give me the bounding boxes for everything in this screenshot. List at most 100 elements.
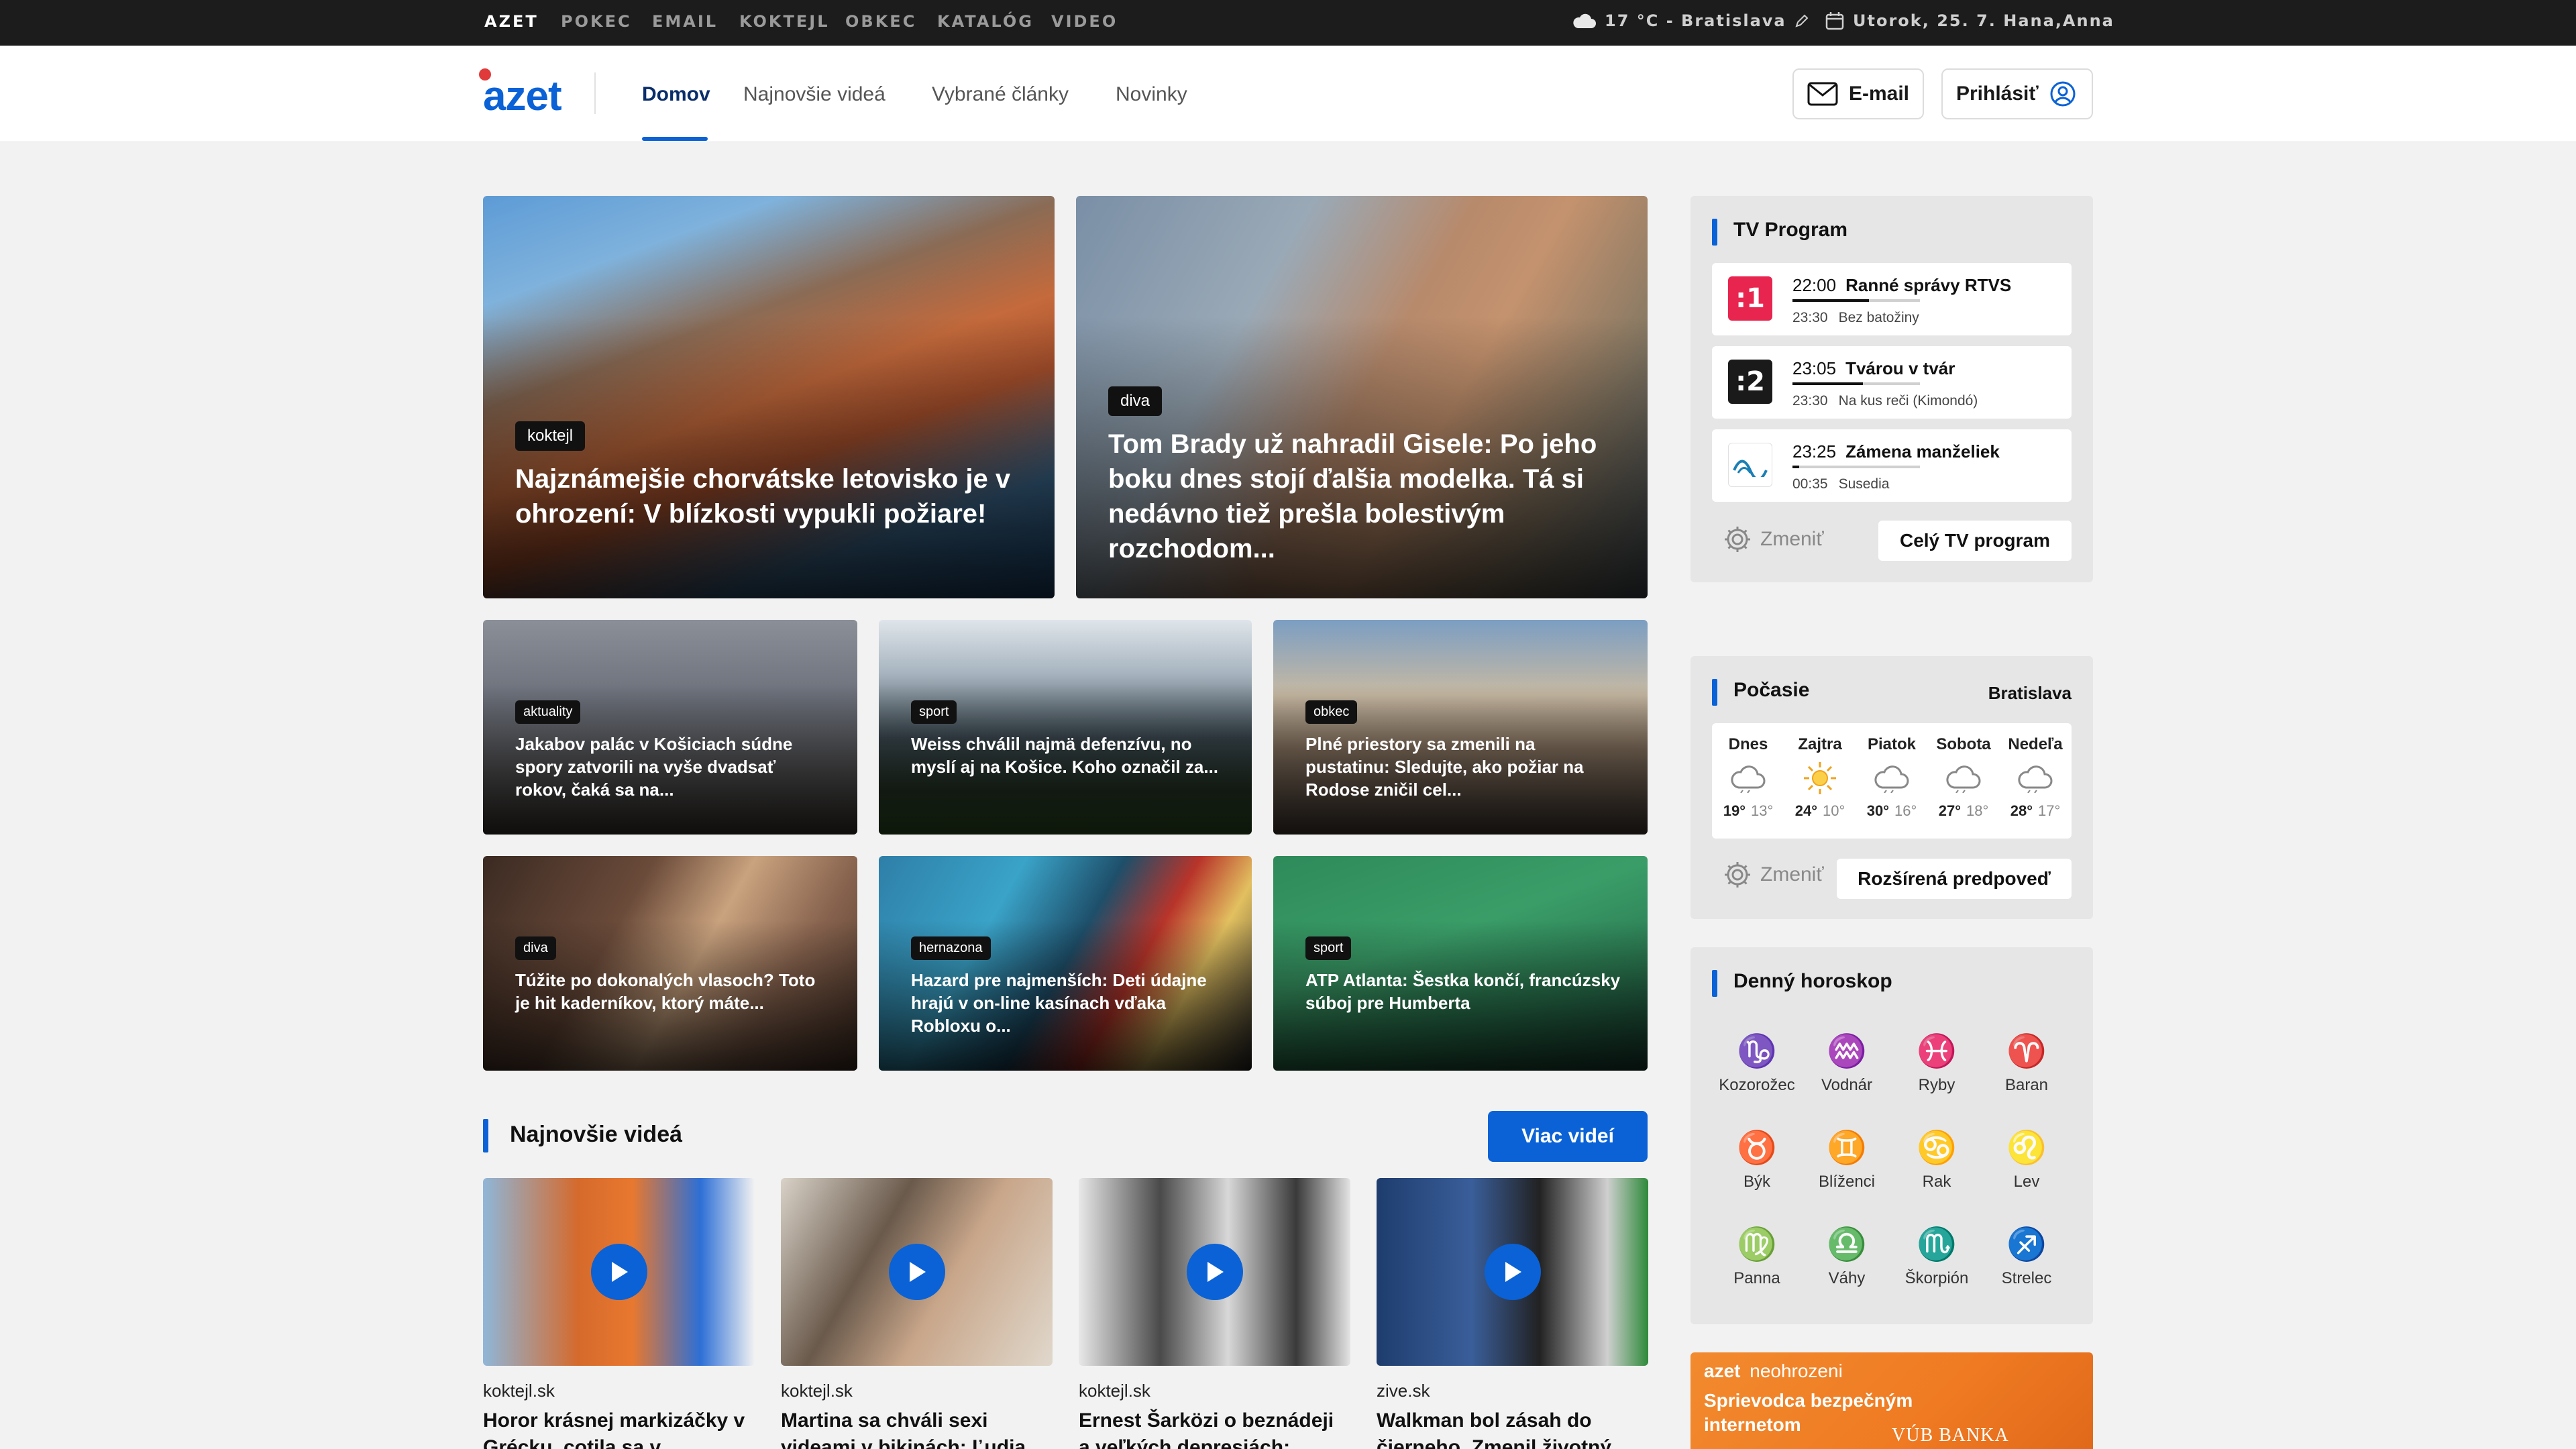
- cloud-icon: [1731, 765, 1766, 793]
- tv-current-show[interactable]: Tvárou v tvár: [1845, 358, 1955, 378]
- tv-current-show[interactable]: Zámena manželiek: [1845, 441, 2000, 462]
- aquarius-icon: ♒: [1827, 1034, 1867, 1069]
- zodiac-byk[interactable]: ♉ Býk: [1712, 1128, 1802, 1191]
- weather-change-button[interactable]: Zmeniť: [1723, 860, 1824, 890]
- play-icon[interactable]: [1484, 1244, 1541, 1300]
- play-icon[interactable]: [888, 1244, 945, 1300]
- video-source[interactable]: koktejl.sk: [483, 1381, 555, 1401]
- video-source[interactable]: koktejl.sk: [781, 1381, 853, 1401]
- tv-channel-row-2[interactable]: :2 23:05 Tvárou v tvár 23:30 Na kus reči (…: [1712, 346, 2072, 419]
- article-card-2[interactable]: sport Weiss chválil najmä defenzívu, no …: [879, 620, 1252, 835]
- zodiac-lev[interactable]: ♌ Lev: [1982, 1128, 2072, 1191]
- topbar-link-katalog[interactable]: KATALÓG: [937, 12, 1034, 31]
- video-title[interactable]: Horor krásnej markizáčky v Grécku, cotil…: [483, 1407, 755, 1449]
- play-icon[interactable]: [1186, 1244, 1243, 1300]
- topbar-link-pokec[interactable]: POKEC: [561, 12, 632, 31]
- zodiac-skorpion[interactable]: ♏ Škorpión: [1892, 1225, 1982, 1288]
- hero-title-2[interactable]: Tom Brady už nahradil Gisele: Po jeho bo…: [1108, 427, 1607, 566]
- tv-current-time: 22:00: [1792, 275, 1837, 295]
- topbar-link-video[interactable]: VIDEO: [1051, 12, 1118, 31]
- video-title[interactable]: Walkman bol zásah do čierneho. Zmenil ži…: [1377, 1407, 1648, 1449]
- zodiac-blizenci[interactable]: ♊ Blíženci: [1802, 1128, 1892, 1191]
- zodiac-strelec[interactable]: ♐ Strelec: [1982, 1225, 2072, 1288]
- weather-day-3[interactable]: Piatok 30° 16°: [1856, 723, 1928, 820]
- zodiac-vodnar[interactable]: ♒ Vodnár: [1802, 1032, 1892, 1095]
- sun-icon: [1804, 762, 1836, 794]
- article-badge[interactable]: aktuality: [515, 700, 581, 724]
- topbar-link-azet[interactable]: AZET: [484, 12, 539, 31]
- tv-change-button[interactable]: Zmeniť: [1723, 525, 1824, 554]
- more-videos-button[interactable]: Viac videí: [1488, 1111, 1648, 1162]
- hero-card-2[interactable]: diva Tom Brady už nahradil Gisele: Po je…: [1076, 196, 1648, 598]
- tv-current-show[interactable]: Ranné správy RTVS: [1845, 275, 2011, 295]
- zodiac-vahy[interactable]: ♎ Váhy: [1802, 1225, 1892, 1288]
- play-icon[interactable]: [590, 1244, 647, 1300]
- article-card-4[interactable]: diva Túžite po dokonalých vlasoch? Toto …: [483, 856, 857, 1071]
- article-badge[interactable]: sport: [911, 700, 957, 724]
- video-source[interactable]: zive.sk: [1377, 1381, 1430, 1401]
- weather-day-5[interactable]: Nedeľa 28° 17°: [1999, 723, 2072, 820]
- topbar-link-koktejl[interactable]: KOKTEJL: [739, 12, 830, 31]
- video-thumb-4[interactable]: [1377, 1178, 1648, 1366]
- hero-badge-2[interactable]: diva: [1108, 386, 1163, 416]
- video-title[interactable]: Martina sa chváli sexi videami v bikinác…: [781, 1407, 1053, 1449]
- nav-novinky[interactable]: Novinky: [1116, 83, 1187, 106]
- zodiac-panna[interactable]: ♍ Panna: [1712, 1225, 1802, 1288]
- article-title[interactable]: ATP Atlanta: Šestka končí, francúzsky sú…: [1305, 969, 1621, 1014]
- ad-banner[interactable]: azet neohrozeni Sprievodca bezpečným int…: [1690, 1352, 2093, 1449]
- weather-day-2[interactable]: Zajtra 24° 10°: [1784, 723, 1856, 820]
- hero-badge-1[interactable]: koktejl: [515, 421, 586, 451]
- cloud-icon: [1573, 13, 1596, 28]
- topbar-link-obkec[interactable]: OBKEC: [845, 12, 916, 31]
- zodiac-kozorozec[interactable]: ♑ Kozorožec: [1712, 1032, 1802, 1095]
- weather-day-1[interactable]: Dnes 19° 13°: [1712, 723, 1784, 820]
- topbar-weather[interactable]: 17 °C - Bratislava: [1571, 11, 1809, 31]
- video-source[interactable]: koktejl.sk: [1079, 1381, 1150, 1401]
- article-title[interactable]: Jakabov palác v Košiciach súdne spory za…: [515, 733, 830, 801]
- section-accent-bar: [483, 1119, 488, 1152]
- pencil-icon[interactable]: [1794, 13, 1809, 28]
- nav-domov[interactable]: Domov: [642, 83, 710, 106]
- zodiac-name: Váhy: [1828, 1269, 1866, 1287]
- article-title[interactable]: Túžite po dokonalých vlasoch? Toto je hi…: [515, 969, 830, 1014]
- video-thumb-2[interactable]: [781, 1178, 1053, 1366]
- login-button[interactable]: Prihlásiť: [1941, 68, 2093, 119]
- article-card-1[interactable]: aktuality Jakabov palác v Košiciach súdn…: [483, 620, 857, 835]
- hero-card-1[interactable]: koktejl Najznámejšie chorvátske letovisk…: [483, 196, 1055, 598]
- hero-title-1[interactable]: Najznámejšie chorvátske letovisko je v o…: [515, 462, 1014, 531]
- weather-day-4[interactable]: Sobota 27° 18°: [1927, 723, 2000, 820]
- email-button[interactable]: E-mail: [1792, 68, 1924, 119]
- azet-logo[interactable]: azet: [479, 68, 562, 120]
- zodiac-name: Ryby: [1918, 1076, 1955, 1094]
- tv-progress-fill: [1792, 299, 1869, 302]
- article-badge[interactable]: hernazona: [911, 936, 991, 960]
- article-title[interactable]: Weiss chválil najmä defenzívu, no myslí …: [911, 733, 1225, 778]
- video-thumb-1[interactable]: [483, 1178, 755, 1366]
- article-card-3[interactable]: obkec Plné priestory sa zmenili na pusta…: [1273, 620, 1648, 835]
- topbar-link-email[interactable]: EMAIL: [652, 12, 718, 31]
- article-card-5[interactable]: hernazona Hazard pre najmenších: Deti úd…: [879, 856, 1252, 1071]
- article-badge[interactable]: sport: [1305, 936, 1352, 960]
- video-thumb-3[interactable]: [1079, 1178, 1350, 1366]
- weather-city[interactable]: Bratislava: [1988, 683, 2072, 704]
- article-title[interactable]: Hazard pre najmenších: Deti údajne hrajú…: [911, 969, 1225, 1037]
- zodiac-baran[interactable]: ♈ Baran: [1982, 1032, 2072, 1095]
- tv-next: 23:30 Bez batožiny: [1792, 310, 1919, 326]
- extended-forecast-button[interactable]: Rozšírená predpoveď: [1837, 859, 2072, 899]
- article-card-6[interactable]: sport ATP Atlanta: Šestka končí, francúz…: [1273, 856, 1648, 1071]
- tv-channel-row-3[interactable]: 23:25 Zámena manželiek 00:35 Susedia: [1712, 429, 2072, 502]
- video-title[interactable]: Ernest Šarközi o beznádeji a veľkých dep…: [1079, 1407, 1350, 1449]
- zodiac-ryby[interactable]: ♓ Ryby: [1892, 1032, 1982, 1095]
- envelope-icon: [1807, 82, 1838, 106]
- article-badge[interactable]: diva: [515, 936, 556, 960]
- full-tv-program-button[interactable]: Celý TV program: [1878, 521, 2072, 561]
- nav-najnovsie-videa[interactable]: Najnovšie videá: [743, 83, 885, 106]
- tv-channel-row-1[interactable]: :1 22:00 Ranné správy RTVS 23:30 Bez batož…: [1712, 263, 2072, 335]
- zodiac-rak[interactable]: ♋ Rak: [1892, 1128, 1982, 1191]
- nav-vybrane-clanky[interactable]: Vybrané články: [932, 83, 1069, 106]
- ad-sponsor: VÚB BANKA: [1892, 1425, 2009, 1446]
- zodiac-name: Kozorožec: [1719, 1076, 1795, 1094]
- article-title[interactable]: Plné priestory sa zmenili na pustatinu: …: [1305, 733, 1621, 801]
- article-badge[interactable]: obkec: [1305, 700, 1358, 724]
- cancer-icon: ♋: [1917, 1130, 1957, 1166]
